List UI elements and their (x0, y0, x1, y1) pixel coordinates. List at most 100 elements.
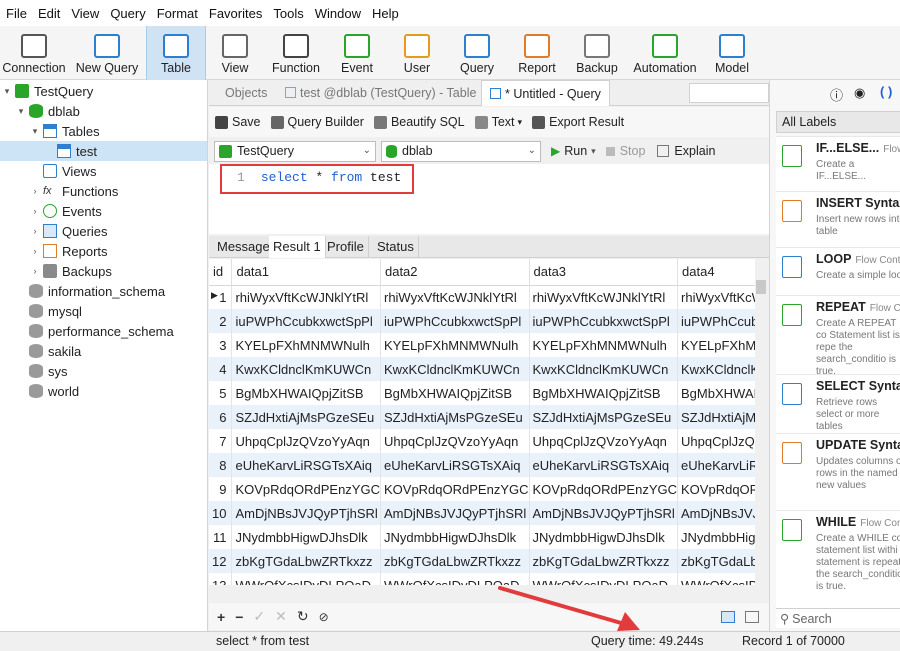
tree-table-test[interactable]: test (0, 141, 207, 161)
tree-database-sakila[interactable]: sakila (16, 341, 81, 361)
menu-edit[interactable]: Edit (32, 6, 65, 21)
stop-circle-icon[interactable]: ⊘ (319, 610, 329, 624)
toolbar-table-button[interactable]: Table (146, 26, 206, 80)
id-cell[interactable]: 10 (209, 501, 233, 525)
data-cell[interactable]: WWrOfXcsIDyDLPOaD (231, 573, 381, 585)
data-cell[interactable]: WWrOfXcsIDyDLPOaD (677, 573, 755, 585)
data-cell[interactable]: SZJdHxtiAjMsPGzeSEu (529, 405, 679, 429)
menu-help[interactable]: Help (366, 6, 404, 21)
menu-favorites[interactable]: Favorites (203, 6, 267, 21)
data-cell[interactable]: eUheKarvLiRSGTsXAiq (231, 453, 381, 477)
tree-events[interactable]: › Events (30, 201, 102, 221)
data-cell[interactable]: UhpqCplJzQVzoYyAqn (529, 429, 679, 453)
table-row[interactable]: 5 BgMbXHWAIQpjZitSB BgMbXHWAIQpjZitSB BgMbX… (209, 381, 755, 405)
data-cell[interactable]: KOVpRdqORdPEnzYGC (529, 477, 679, 501)
data-cell[interactable]: iuPWPhCcubkxwctSpPl (231, 309, 381, 333)
data-cell[interactable]: iuPWPhCcubkxwctSpPl (677, 309, 755, 333)
explain-button[interactable]: Explain (657, 144, 715, 158)
data-cell[interactable]: eUheKarvLiRSGTsXAiq (677, 453, 755, 477)
data-cell[interactable]: rhiWyxVftKcWJNklYtRl (380, 285, 530, 309)
refresh-icon[interactable]: ↻ (297, 608, 309, 625)
id-cell[interactable]: 11 (209, 525, 233, 549)
grid-view-icon[interactable] (721, 610, 735, 623)
stop-button[interactable]: Stop (605, 144, 645, 158)
sql-code-line[interactable]: 1 select * from test (237, 170, 401, 185)
table-row[interactable]: 7 UhpqCplJzQVzoYyAqn UhpqCplJzQVzoYyAqn Uhp… (209, 429, 755, 453)
data-cell[interactable]: AmDjNBsJVJQyPTjhSRl (231, 501, 381, 525)
table-row[interactable]: 11 JNydmbbHigwDJhsDlk JNydmbbHigwDJhsDlk JN… (209, 525, 755, 549)
data-cell[interactable]: rhiWyxVftKcWJNklYtRl (529, 285, 679, 309)
data-cell[interactable]: KwxKCldnclKmKUWCn (231, 357, 381, 381)
id-cell[interactable]: 8 (209, 453, 233, 477)
snippet-item[interactable]: REPEATFlow CoCreate A REPEAT co Statemen… (776, 295, 900, 377)
data-cell[interactable]: KYELpFXhMNMWNulh (677, 333, 755, 357)
data-cell[interactable]: zbKgTGdaLbwZRTkxzz (677, 549, 755, 573)
column-header-id[interactable]: id (209, 259, 233, 286)
form-view-icon[interactable] (745, 610, 759, 623)
snippet-search[interactable]: ⚲ Search (776, 608, 900, 628)
tree-tables[interactable]: ▾ Tables (30, 121, 100, 141)
id-cell[interactable]: 4 (209, 357, 233, 381)
toolbar-view-button[interactable]: View (206, 26, 264, 80)
snippet-item[interactable]: SELECT SyntaxRetrieve rows select or mor… (776, 374, 900, 433)
data-cell[interactable]: iuPWPhCcubkxwctSpPl (529, 309, 679, 333)
scrollbar-thumb[interactable] (756, 280, 766, 294)
table-row[interactable]: ▶ 1 rhiWyxVftKcWJNklYtRl rhiWyxVftKcWJNklYt… (209, 285, 755, 309)
data-cell[interactable]: KwxKCldnclKmKUWCn (677, 357, 755, 381)
menu-window[interactable]: Window (309, 6, 366, 21)
tree-database-information-schema[interactable]: information_schema (16, 281, 165, 301)
data-cell[interactable]: JNydmbbHigwDJhsDlk (529, 525, 679, 549)
eye-icon[interactable]: ◉ (854, 85, 865, 101)
data-cell[interactable]: AmDjNBsJVJQyPTjhSRl (529, 501, 679, 525)
text-button[interactable]: Text ▾ (474, 115, 522, 129)
tree-views[interactable]: Views (30, 161, 96, 181)
id-cell[interactable]: 9 (209, 477, 233, 501)
menu-file[interactable]: File (0, 6, 32, 21)
data-cell[interactable]: rhiWyxVftKcWJNklYtRl (677, 285, 755, 309)
data-cell[interactable]: JNydmbbHigwDJhsDlk (380, 525, 530, 549)
tab-table-test[interactable]: test @dblab (TestQuery) - Table (277, 80, 484, 106)
snippet-icon[interactable]: ( ) (880, 84, 892, 99)
data-cell[interactable]: SZJdHxtiAjMsPGzeSEu (380, 405, 530, 429)
id-cell[interactable]: ▶ 1 (209, 285, 233, 309)
data-cell[interactable]: AmDjNBsJVJQyPTjhSRl (380, 501, 530, 525)
data-cell[interactable]: BgMbXHWAIQpjZitSB (677, 381, 755, 405)
toolbar-connection-button[interactable]: Connection (0, 26, 68, 80)
table-row[interactable]: 4 KwxKCldnclKmKUWCn KwxKCldnclKmKUWCn KwxKC… (209, 357, 755, 381)
tree-database-sys[interactable]: sys (16, 361, 68, 381)
data-cell[interactable]: zbKgTGdaLbwZRTkxzz (529, 549, 679, 573)
query-builder-button[interactable]: Query Builder (270, 115, 364, 129)
column-header-data3[interactable]: data3 (529, 259, 679, 286)
apply-icon[interactable]: ✓ (253, 608, 265, 625)
menu-tools[interactable]: Tools (267, 6, 308, 21)
beautify-sql-button[interactable]: Beautify SQL (373, 115, 465, 129)
tab-objects[interactable]: Objects (217, 80, 275, 106)
table-row[interactable]: 6 SZJdHxtiAjMsPGzeSEu SZJdHxtiAjMsPGzeSEu S… (209, 405, 755, 429)
tab-untitled-query[interactable]: * Untitled - Query (481, 80, 610, 106)
data-cell[interactable]: SZJdHxtiAjMsPGzeSEu (677, 405, 755, 429)
connection-select[interactable]: TestQuery ⌄ (214, 140, 376, 162)
data-cell[interactable]: BgMbXHWAIQpjZitSB (529, 381, 679, 405)
data-cell[interactable]: zbKgTGdaLbwZRTkxzz (231, 549, 381, 573)
data-cell[interactable]: KYELpFXhMNMWNulh (529, 333, 679, 357)
snippet-item[interactable]: INSERT Syntax Insert new rows into table (776, 191, 900, 247)
discard-icon[interactable]: ✕ (275, 608, 287, 625)
data-cell[interactable]: eUheKarvLiRSGTsXAiq (529, 453, 679, 477)
tree-database-dblab[interactable]: ▾ dblab (16, 101, 80, 121)
snippet-item[interactable]: UPDATE Synta Updates columns o rows in th… (776, 433, 900, 510)
result-tab-profile[interactable]: Profile (323, 236, 369, 258)
grid-vertical-scrollbar[interactable] (755, 259, 767, 585)
menu-query[interactable]: Query (104, 6, 150, 21)
data-cell[interactable]: BgMbXHWAIQpjZitSB (380, 381, 530, 405)
id-cell[interactable]: 13 (209, 573, 233, 585)
column-header-data1[interactable]: data1 (231, 259, 381, 286)
data-cell[interactable]: JNydmbbHigwDJhsDlk (677, 525, 755, 549)
data-cell[interactable]: SZJdHxtiAjMsPGzeSEu (231, 405, 381, 429)
result-grid[interactable]: id data1 data2 data3 data4 ▶ 1 rhiWyxVftKcWJNk… (209, 259, 755, 585)
tab-search-field[interactable] (689, 83, 769, 103)
table-row[interactable]: 12 zbKgTGdaLbwZRTkxzz zbKgTGdaLbwZRTkxzz zb… (209, 549, 755, 573)
data-cell[interactable]: zbKgTGdaLbwZRTkxzz (380, 549, 530, 573)
tree-functions[interactable]: › fx Functions (30, 181, 119, 201)
labels-filter[interactable]: All Labels (776, 111, 900, 133)
database-select[interactable]: dblab ⌄ (381, 140, 541, 162)
